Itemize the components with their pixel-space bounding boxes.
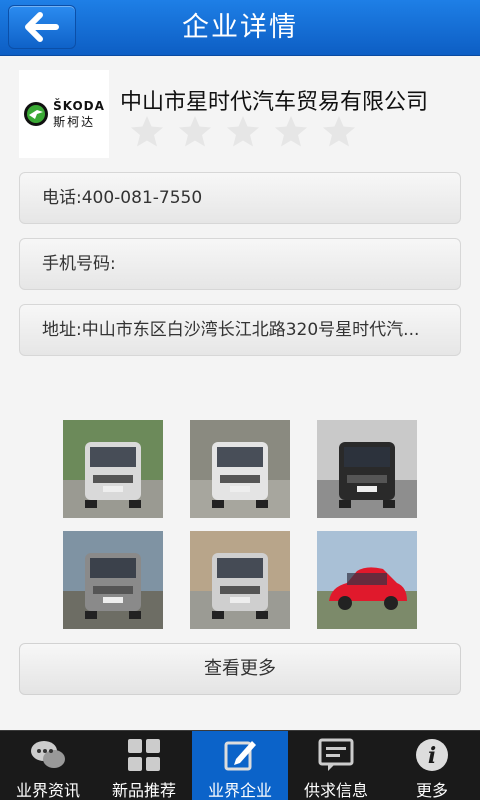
rating-stars [130, 114, 356, 148]
tab-edit[interactable]: 业界企业 [192, 731, 288, 800]
car-photo[interactable] [63, 531, 163, 629]
tab-label: 更多 [415, 781, 448, 800]
tab-label: 新品推荐 [111, 781, 176, 800]
car-photo[interactable] [317, 531, 417, 629]
info-icon: i [416, 739, 448, 771]
car-image [317, 531, 417, 629]
star-icon [131, 116, 163, 147]
edit-icon [224, 741, 256, 771]
car-photo[interactable] [190, 420, 290, 518]
message-icon [318, 738, 354, 771]
car-image [63, 531, 163, 629]
page-title: 企业详情 [182, 12, 298, 43]
tab-label: 业界资讯 [15, 781, 80, 800]
header-bar: 企业详情 [0, 0, 480, 56]
star-icon [227, 116, 259, 147]
address-row[interactable]: 地址:中山市东区白沙湾长江北路320号星时代汽... [19, 304, 461, 356]
company-logo: ŠKODA 斯柯达 [19, 70, 109, 158]
car-image [190, 531, 290, 629]
company-name: 中山市星时代汽车贸易有限公司 [120, 90, 429, 115]
tab-label: 业界企业 [207, 781, 272, 800]
tab-info[interactable]: i 更多 [384, 731, 480, 800]
view-more-button[interactable]: 查看更多 [19, 643, 461, 695]
car-image [63, 420, 163, 518]
car-image [317, 420, 417, 518]
tab-label: 供求信息 [303, 781, 368, 800]
phone-row[interactable]: 电话:400-081-7550 [19, 172, 461, 224]
car-photo[interactable] [190, 531, 290, 629]
mobile-row[interactable]: 手机号码: [19, 238, 461, 290]
car-photo[interactable] [63, 420, 163, 518]
star-icon [179, 116, 211, 147]
star-icon [323, 116, 355, 147]
bottom-tab-bar: 业界资讯 新品推荐 业界企业 供求信息 i 更多 [0, 730, 480, 800]
grid-icon [128, 739, 160, 771]
car-photo[interactable] [317, 420, 417, 518]
logo-brand-text: ŠKODA [53, 98, 105, 113]
car-image [190, 420, 290, 518]
tab-grid[interactable]: 新品推荐 [96, 731, 192, 800]
chat-bubbles-icon [31, 741, 65, 768]
svg-text:i: i [428, 743, 436, 769]
tab-message[interactable]: 供求信息 [288, 731, 384, 800]
tab-chat-bubbles[interactable]: 业界资讯 [0, 731, 96, 800]
logo-cn-text: 斯柯达 [53, 114, 96, 129]
star-icon [275, 116, 307, 147]
skoda-logo-icon [24, 102, 49, 126]
